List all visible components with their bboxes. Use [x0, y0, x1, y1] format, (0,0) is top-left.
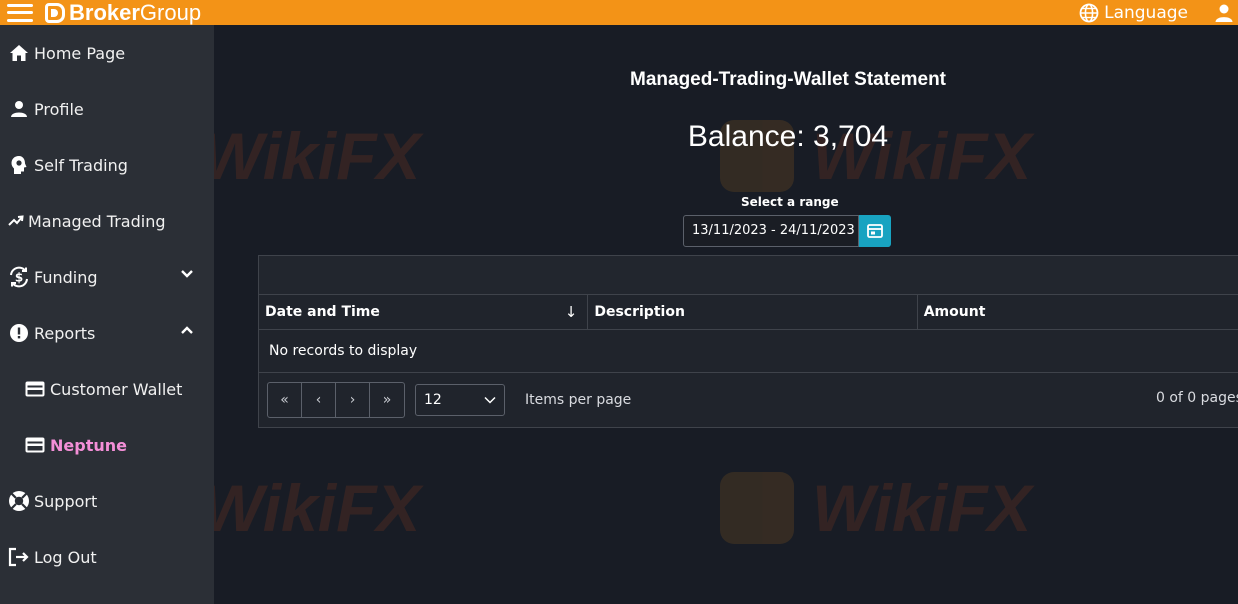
- column-header-label: Date and Time: [265, 304, 380, 320]
- card-icon: [24, 434, 46, 456]
- sidebar-item-label: Managed Trading: [28, 211, 166, 231]
- column-header-label: Amount: [923, 304, 986, 320]
- grid-header: Date and Time ↓ Description Amount: [259, 295, 1238, 330]
- sidebar-item-support[interactable]: Support: [0, 473, 214, 529]
- sidebar-item-label: Self Trading: [34, 155, 128, 175]
- dollar-exchange-icon: $: [8, 266, 30, 288]
- grid-toolbar: [259, 256, 1238, 295]
- no-records-message: No records to display: [259, 330, 1238, 373]
- menu-icon[interactable]: [7, 3, 33, 22]
- main-content: WikiFX WikiFX WikiFX WikiFX Managed-Trad…: [214, 25, 1238, 604]
- language-label: Language: [1104, 2, 1188, 23]
- card-icon: [24, 378, 46, 400]
- person-icon: [8, 98, 30, 120]
- page-size-select[interactable]: 12: [415, 384, 505, 416]
- lifebuoy-icon: [8, 490, 30, 512]
- sidebar-item-label: Neptune: [50, 435, 127, 455]
- brand-name: BrokerGroup: [69, 0, 202, 25]
- logout-icon: [8, 546, 30, 568]
- page-info: 0 of 0 pages: [1156, 390, 1238, 406]
- chevron-down-icon: [181, 270, 193, 278]
- gear-head-icon: [8, 154, 30, 176]
- sidebar-item-label: Funding: [34, 267, 98, 287]
- alert-icon: [8, 322, 30, 344]
- column-header-description[interactable]: Description: [588, 295, 918, 329]
- watermark-logo-icon: [720, 472, 794, 544]
- language-selector[interactable]: Language: [1079, 3, 1188, 23]
- sidebar: Home Page Profile Self Trading Managed T…: [0, 25, 214, 604]
- date-range-picker: 13/11/2023 - 24/11/2023: [683, 215, 891, 247]
- page-title: Managed-Trading-Wallet Statement: [630, 69, 946, 90]
- sidebar-item-home-page[interactable]: Home Page: [0, 25, 214, 81]
- items-per-page-label: Items per page: [525, 392, 632, 408]
- trend-up-icon: [8, 210, 24, 232]
- watermark: WikiFX: [720, 470, 1031, 546]
- sidebar-item-customer-wallet[interactable]: Customer Wallet: [0, 361, 214, 417]
- column-header-label: Description: [594, 304, 685, 320]
- sidebar-item-reports[interactable]: Reports: [0, 305, 214, 361]
- pager: « ‹ › » 12 Items per page 0 of 0 pages: [259, 373, 1238, 427]
- sidebar-item-profile[interactable]: Profile: [0, 81, 214, 137]
- last-page-button[interactable]: »: [370, 383, 404, 417]
- sidebar-item-label: Log Out: [34, 547, 97, 567]
- svg-text:$: $: [15, 271, 23, 285]
- chevron-down-icon: [484, 396, 496, 404]
- column-header-date-and-time[interactable]: Date and Time ↓: [259, 295, 589, 329]
- sidebar-item-funding[interactable]: $ Funding: [0, 249, 214, 305]
- date-range-label: Select a range: [741, 195, 839, 209]
- sort-down-icon[interactable]: ↓: [565, 295, 578, 329]
- sidebar-item-label: Support: [34, 491, 98, 511]
- sidebar-item-label: Profile: [34, 99, 84, 119]
- watermark: WikiFX: [214, 470, 420, 546]
- date-range-input[interactable]: 13/11/2023 - 24/11/2023: [683, 215, 859, 247]
- brand-logo[interactable]: BrokerGroup: [45, 0, 201, 25]
- calendar-icon: [867, 224, 883, 238]
- sidebar-item-managed-trading[interactable]: Managed Trading: [0, 193, 214, 249]
- statement-grid: Date and Time ↓ Description Amount No re…: [258, 255, 1238, 428]
- user-icon[interactable]: [1214, 3, 1234, 23]
- brand-logo-mark: [45, 2, 65, 23]
- sidebar-item-label: Reports: [34, 323, 96, 343]
- calendar-button[interactable]: [859, 215, 891, 247]
- globe-icon: [1079, 3, 1099, 22]
- watermark-text: WikiFX: [214, 471, 421, 545]
- first-page-button[interactable]: «: [268, 383, 302, 417]
- top-bar: BrokerGroup Language: [0, 0, 1238, 25]
- page-size-value: 12: [424, 392, 442, 408]
- sidebar-item-label: Customer Wallet: [50, 379, 183, 399]
- sidebar-item-neptune[interactable]: Neptune: [0, 417, 214, 473]
- sidebar-item-log-out[interactable]: Log Out: [0, 529, 214, 585]
- column-header-amount[interactable]: Amount: [918, 295, 1238, 329]
- previous-page-button[interactable]: ‹: [302, 383, 336, 417]
- sidebar-item-self-trading[interactable]: Self Trading: [0, 137, 214, 193]
- chevron-up-icon: [181, 326, 193, 334]
- watermark-text: WikiFX: [812, 471, 1032, 545]
- pager-buttons: « ‹ › »: [267, 382, 405, 418]
- home-icon: [8, 42, 30, 64]
- sidebar-item-label: Home Page: [34, 43, 126, 63]
- balance-display: Balance: 3,704: [687, 120, 889, 153]
- next-page-button[interactable]: ›: [336, 383, 370, 417]
